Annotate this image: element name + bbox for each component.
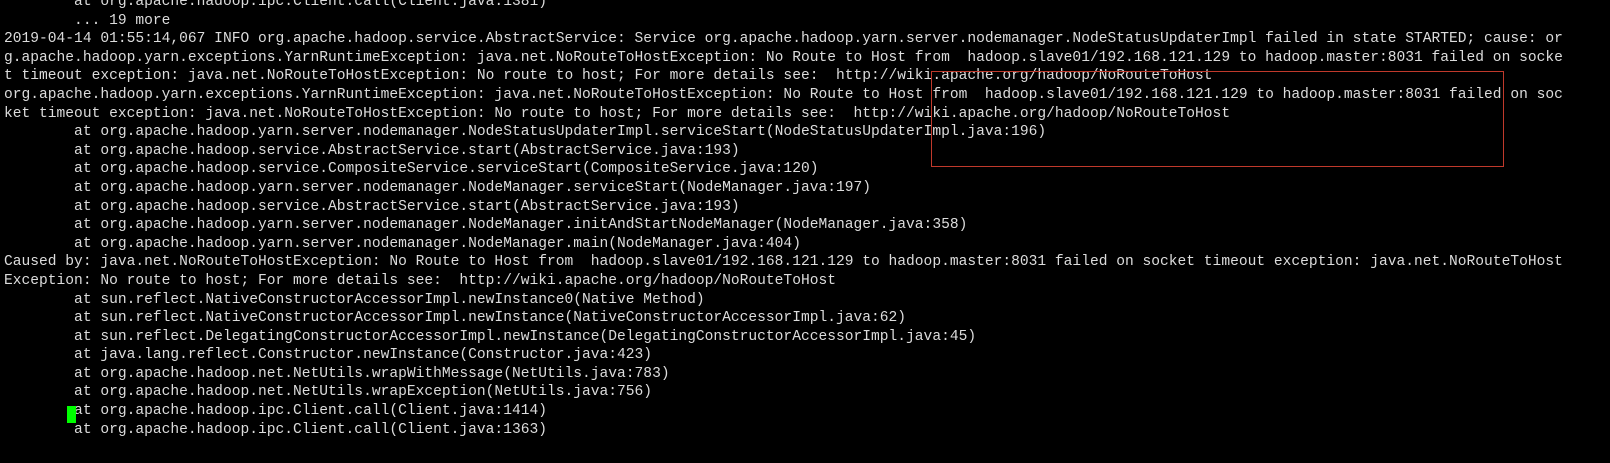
log-line: Exception: No route to host; For more de… (4, 272, 836, 289)
log-line: g.apache.hadoop.yarn.exceptions.YarnRunt… (4, 49, 1563, 66)
log-line: at sun.reflect.DelegatingConstructorAcce… (4, 328, 977, 345)
log-line: ket timeout exception: java.net.NoRouteT… (4, 105, 1231, 122)
log-line: at org.apache.hadoop.net.NetUtils.wrapEx… (4, 384, 653, 401)
log-line: at org.apache.hadoop.ipc.Client.call(Cli… (4, 421, 547, 438)
log-line: at org.apache.hadoop.yarn.server.nodeman… (4, 124, 1047, 141)
log-line: at org.apache.hadoop.net.NetUtils.wrapWi… (4, 365, 670, 382)
terminal-output[interactable]: at org.apache.hadoop.ipc.Client.call(Cli… (0, 0, 1610, 463)
log-line: Caused by: java.net.NoRouteToHostExcepti… (4, 254, 1563, 271)
log-line: at org.apache.hadoop.service.CompositeSe… (4, 161, 819, 178)
log-line: at org.apache.hadoop.ipc.Client.call(Cli… (4, 0, 547, 10)
log-line: at org.apache.hadoop.service.AbstractSer… (4, 142, 740, 159)
log-line: at org.apache.hadoop.ipc.Client.call(Cli… (4, 403, 547, 420)
log-line: at org.apache.hadoop.yarn.server.nodeman… (4, 179, 872, 196)
log-line: at org.apache.hadoop.yarn.server.nodeman… (4, 235, 801, 252)
log-line: t timeout exception: java.net.NoRouteToH… (4, 68, 1213, 85)
log-line: at sun.reflect.NativeConstructorAccessor… (4, 310, 907, 327)
log-line: at java.lang.reflect.Constructor.newInst… (4, 347, 653, 364)
log-line: at org.apache.hadoop.yarn.server.nodeman… (4, 217, 968, 234)
log-line: at sun.reflect.NativeConstructorAccessor… (4, 291, 705, 308)
terminal-cursor (67, 406, 76, 423)
log-line: ... 19 more (4, 12, 171, 29)
log-line: 2019-04-14 01:55:14,067 INFO org.apache.… (4, 31, 1563, 48)
log-line: org.apache.hadoop.yarn.exceptions.YarnRu… (4, 86, 1563, 103)
log-line: at org.apache.hadoop.service.AbstractSer… (4, 198, 740, 215)
